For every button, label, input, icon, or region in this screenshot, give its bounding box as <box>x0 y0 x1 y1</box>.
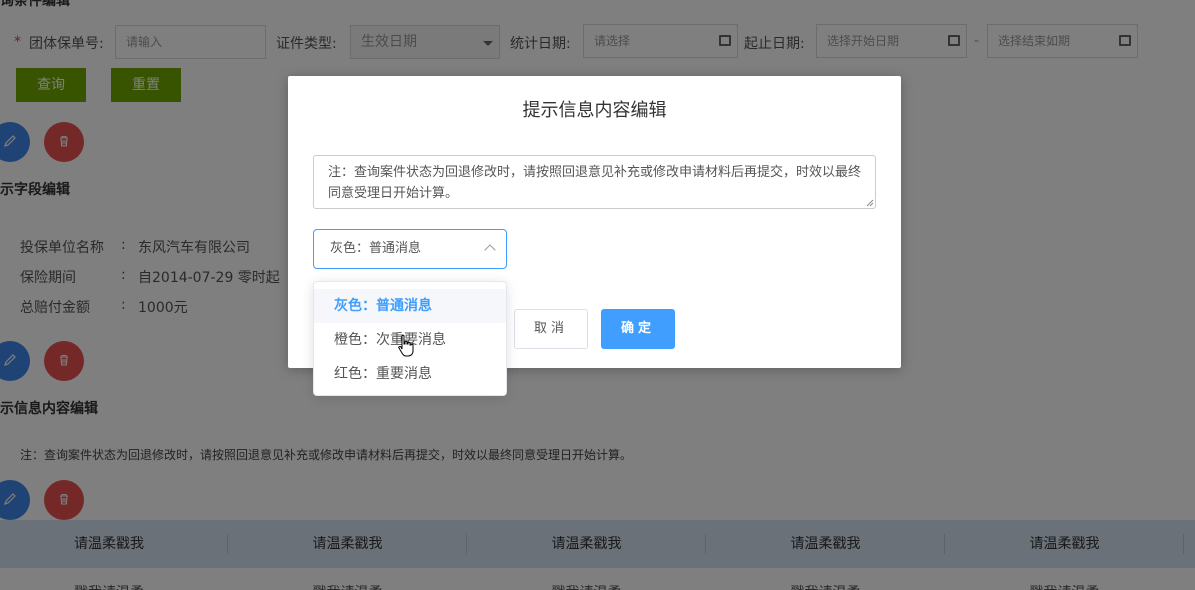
message-level-select[interactable]: 灰色：普通消息 <box>313 229 507 269</box>
hand-cursor-icon <box>398 334 414 357</box>
resize-handle-icon[interactable] <box>866 199 874 207</box>
cancel-button[interactable]: 取消 <box>514 309 588 349</box>
notice-textarea[interactable]: 注：查询案件状态为回退修改时，请按照回退意见补充或修改申请材料后再提交，时效以最… <box>313 155 876 209</box>
option-red-important[interactable]: 红色：重要消息 <box>314 357 506 391</box>
confirm-button[interactable]: 确定 <box>601 309 675 349</box>
chevron-up-icon <box>484 244 496 256</box>
page: 查询条件编辑 * 团体保单号: 请输入 证件类型: 生效日期 统计日期: 请选择… <box>0 0 1195 590</box>
select-value: 灰色：普通消息 <box>330 241 422 256</box>
option-gray-normal[interactable]: 灰色：普通消息 <box>314 289 506 323</box>
dialog-title: 提示信息内容编辑 <box>522 100 667 121</box>
